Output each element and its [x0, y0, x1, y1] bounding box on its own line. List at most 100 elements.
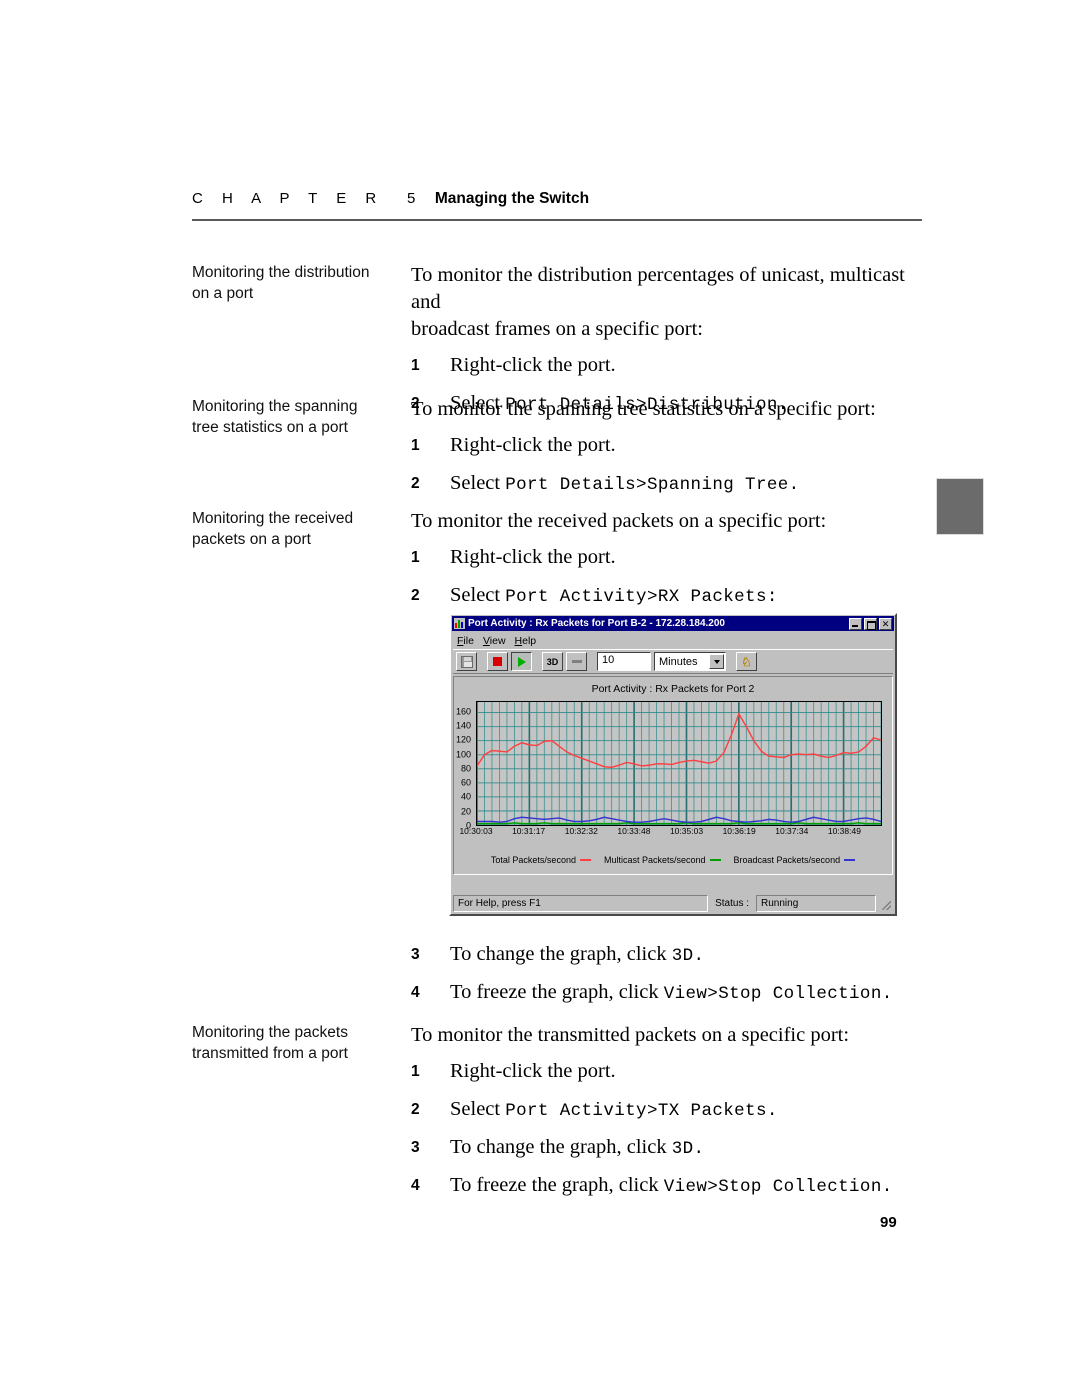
section-body: 3 To change the graph, click 3D. 4 To fr… — [411, 941, 927, 1008]
section-side-heading: Monitoring the distribution on a port — [192, 262, 397, 304]
side-heading-line1: Monitoring the received — [192, 510, 354, 527]
chart-svg — [476, 702, 882, 826]
lead-line-1: To monitor the spanning tree statistics … — [411, 398, 876, 420]
side-tab-marker — [936, 478, 984, 535]
window-title-bar[interactable]: Port Activity : Rx Packets for Port B-2 … — [452, 616, 894, 631]
step-number: 1 — [411, 1063, 420, 1080]
legend-item: Multicast Packets/second — [604, 855, 721, 865]
menu-item-view[interactable]: View — [483, 635, 506, 647]
step-text: Right-click the port. — [450, 354, 616, 376]
stop-collection-button[interactable] — [487, 652, 508, 671]
step-code: Port Activity>RX Packets: — [505, 587, 778, 607]
side-heading-line2: on a port — [192, 285, 254, 302]
interval-unit-select[interactable]: Minutes — [654, 652, 726, 671]
side-heading-line2: transmitted from a port — [192, 1045, 348, 1062]
step-number: 3 — [411, 946, 420, 963]
step-item: 1 Right-click the port. — [411, 432, 927, 461]
chart-panel: Port Activity : Rx Packets for Port 2 16… — [453, 676, 893, 875]
side-heading-line2: packets on a port — [192, 531, 311, 548]
step-item: 2 Select Port Details>Spanning Tree. — [411, 470, 927, 499]
step-code: View>Stop Collection. — [663, 1177, 893, 1197]
interval-input[interactable]: 10 — [597, 652, 651, 671]
help-key-icon: ♘ — [741, 654, 752, 669]
menu-item-file[interactable]: File — [457, 635, 474, 647]
flat-line-icon — [571, 660, 582, 663]
x-tick-label: 10:38:49 — [827, 826, 861, 836]
section-body: To monitor the spanning tree statistics … — [411, 396, 927, 499]
status-value: Running — [756, 895, 876, 912]
step-item: 4 To freeze the graph, click View>Stop C… — [411, 979, 927, 1008]
step-text: Right-click the port. — [450, 546, 616, 568]
menu-bar[interactable]: File View Help — [451, 632, 895, 648]
start-collection-button[interactable] — [511, 652, 532, 671]
resize-grip-icon[interactable] — [880, 895, 893, 912]
status-label: Status : — [715, 898, 749, 909]
section-side-heading: Monitoring the spanning tree statistics … — [192, 396, 397, 438]
status-bar: For Help, press F1 Status : Running — [453, 895, 893, 912]
plot-area: 160 140 120 100 80 60 40 20 0 — [456, 701, 882, 830]
help-button[interactable]: ♘ — [736, 652, 757, 671]
bar-chart-app-icon — [454, 618, 465, 629]
window-controls[interactable]: ✕ — [849, 617, 892, 630]
step-text: To freeze the graph, click — [450, 981, 664, 1003]
y-tick-label: 100 — [455, 749, 471, 760]
y-tick-label: 120 — [455, 734, 471, 745]
step-code: View>Stop Collection. — [663, 984, 893, 1004]
menu-item-help[interactable]: Help — [515, 635, 537, 647]
step-code: 3D. — [671, 1139, 705, 1159]
lead-line-1: To monitor the distribution percentages … — [411, 264, 905, 313]
lead-line-1: To monitor the received packets on a spe… — [411, 510, 827, 532]
step-item: 3 To change the graph, click 3D. — [411, 1134, 927, 1163]
step-item: 1 Right-click the port. — [411, 544, 927, 573]
flat-view-button[interactable] — [566, 652, 587, 671]
chevron-down-icon[interactable] — [709, 654, 724, 669]
legend-item: Total Packets/second — [491, 855, 591, 865]
three-d-button[interactable]: 3D — [542, 652, 563, 671]
chart-legend: Total Packets/second Multicast Packets/se… — [454, 855, 892, 865]
step-number: 4 — [411, 1177, 420, 1194]
y-axis-labels: 160 140 120 100 80 60 40 20 0 — [454, 701, 474, 830]
legend-label: Broadcast Packets/second — [733, 855, 841, 865]
step-item: 1 Right-click the port. — [411, 352, 927, 381]
save-button[interactable] — [456, 652, 477, 671]
step-number: 1 — [411, 549, 420, 566]
legend-item: Broadcast Packets/second — [734, 855, 856, 865]
step-item: 2 Select Port Activity>RX Packets: — [411, 582, 927, 611]
step-text: Select — [450, 472, 506, 494]
step-number: 2 — [411, 1101, 420, 1118]
x-tick-label: 10:31:17 — [512, 826, 546, 836]
y-tick-label: 80 — [460, 763, 471, 774]
section-side-heading: Monitoring the packets transmitted from … — [192, 1022, 397, 1064]
x-tick-label: 10:30:03 — [459, 826, 493, 836]
chart-title: Port Activity : Rx Packets for Port 2 — [591, 683, 755, 695]
side-heading-line2: tree statistics on a port — [192, 419, 348, 436]
side-heading-line1: Monitoring the distribution — [192, 264, 370, 281]
chapter-word: C H A P T E R 5 — [192, 190, 423, 207]
step-item: 1 Right-click the port. — [411, 1058, 927, 1087]
step-code: 3D. — [671, 946, 705, 966]
step-number: 2 — [411, 587, 420, 604]
section-body: To monitor the received packets on a spe… — [411, 508, 927, 611]
section-lead: To monitor the received packets on a spe… — [411, 508, 927, 535]
y-tick-label: 20 — [460, 806, 471, 817]
tool-bar[interactable]: 3D 10 Minutes ♘ — [453, 649, 893, 674]
y-tick-label: 140 — [455, 720, 471, 731]
maximize-icon[interactable] — [864, 617, 877, 630]
step-item: 3 To change the graph, click 3D. — [411, 941, 927, 970]
y-tick-label: 160 — [455, 706, 471, 717]
legend-swatch — [709, 859, 721, 861]
step-number: 2 — [411, 475, 420, 492]
plot-canvas — [476, 701, 882, 826]
port-activity-window[interactable]: Port Activity : Rx Packets for Port B-2 … — [449, 613, 897, 916]
step-text: To freeze the graph, click — [450, 1174, 664, 1196]
step-number: 4 — [411, 984, 420, 1001]
lead-line-1: To monitor the transmitted packets on a … — [411, 1024, 850, 1046]
section-lead: To monitor the spanning tree statistics … — [411, 396, 927, 423]
y-tick-label: 60 — [460, 777, 471, 788]
step-item: 4 To freeze the graph, click View>Stop C… — [411, 1172, 927, 1201]
step-text: To change the graph, click — [450, 1136, 672, 1158]
interval-unit-value: Minutes — [659, 655, 698, 668]
section-side-heading: Monitoring the received packets on a por… — [192, 508, 397, 550]
minimize-icon[interactable] — [849, 617, 862, 630]
close-icon[interactable]: ✕ — [879, 617, 892, 630]
